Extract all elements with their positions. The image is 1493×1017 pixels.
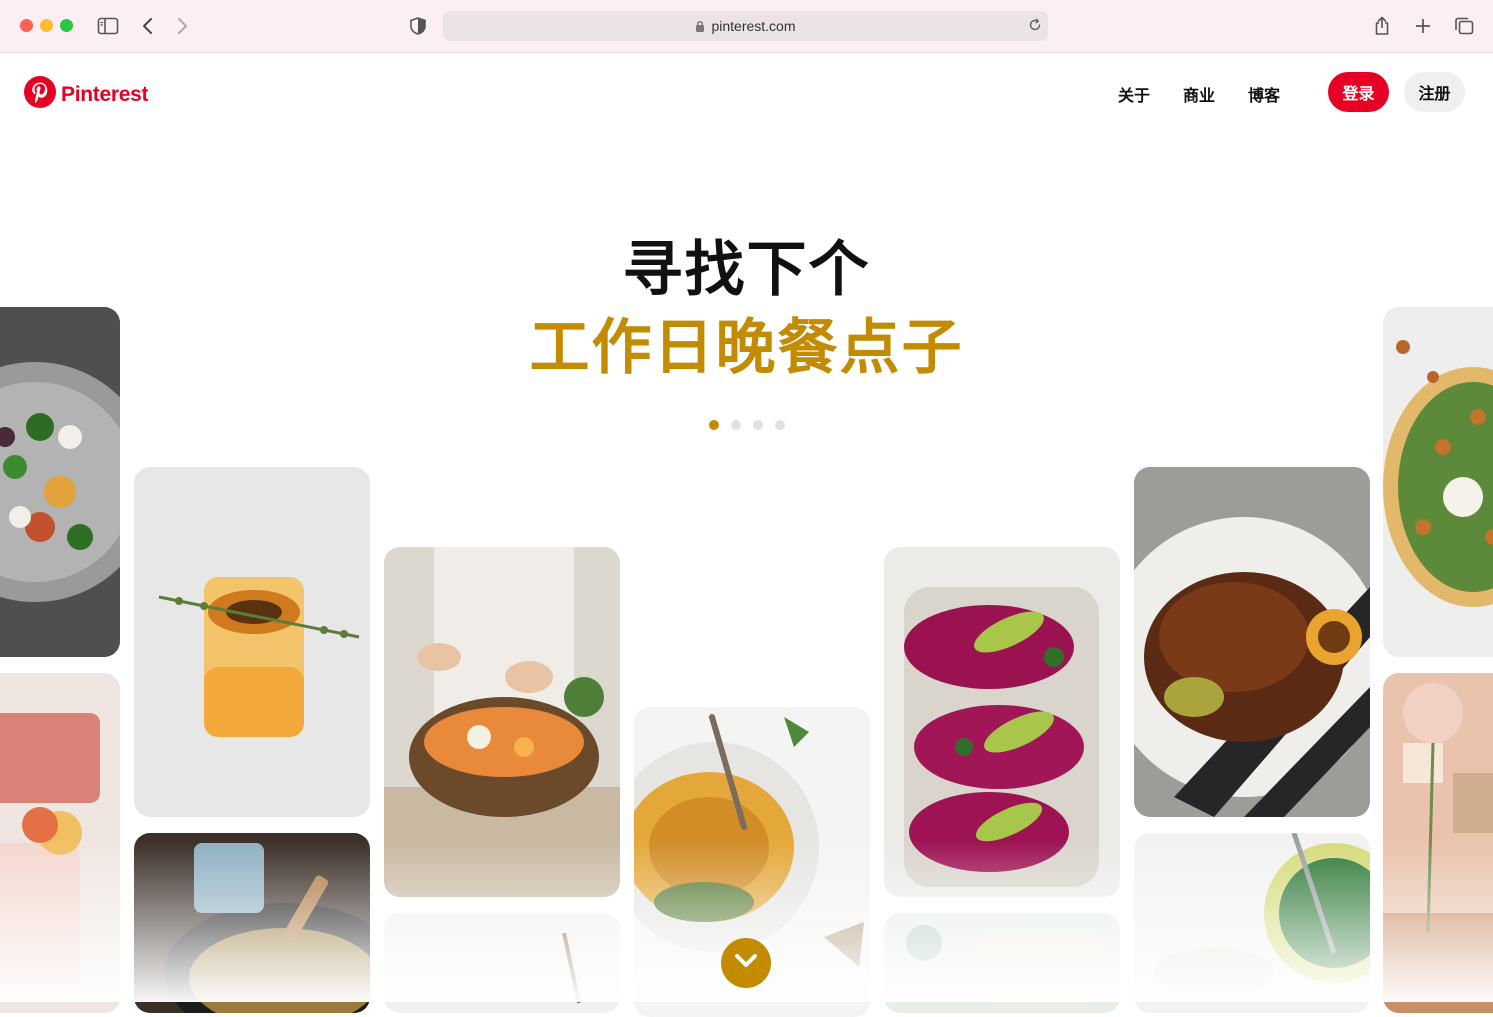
logo-text: Pinterest — [61, 82, 149, 106]
photo-drink-in-glass[interactable] — [134, 467, 370, 817]
share-icon[interactable] — [1370, 14, 1394, 38]
carousel-dot[interactable] — [730, 420, 741, 430]
nav-link-blog[interactable]: 博客 — [1248, 82, 1280, 106]
close-window-button[interactable] — [20, 19, 33, 32]
photo-avocado-beet-toasts[interactable] — [884, 547, 1120, 897]
sidebar-icon[interactable] — [96, 14, 120, 38]
address-bar[interactable]: pinterest.com — [443, 11, 1048, 41]
photo-hands-garnishing-bowl[interactable] — [384, 547, 620, 897]
carousel-dot[interactable] — [752, 420, 763, 430]
reload-icon[interactable] — [1028, 18, 1042, 35]
photo-chickpea-flatbread[interactable] — [1383, 307, 1493, 657]
carousel-dot[interactable] — [708, 420, 719, 430]
browser-toolbar: pinterest.com — [0, 0, 1493, 53]
photo-roast-chicken[interactable] — [1134, 467, 1370, 817]
zoom-window-button[interactable] — [60, 19, 73, 32]
nav-link-business[interactable]: 商业 — [1183, 82, 1215, 106]
tabs-overview-icon[interactable] — [1452, 14, 1476, 38]
photo-beet-salad[interactable] — [0, 307, 120, 657]
carousel-dots — [0, 420, 1493, 430]
login-button[interactable]: 登录 — [1328, 72, 1389, 112]
photo-white-plate[interactable] — [384, 913, 620, 1013]
photo-pink-cafe-interior[interactable] — [1383, 673, 1493, 1013]
nav-link-about[interactable]: 关于 — [1118, 82, 1150, 106]
back-icon[interactable] — [136, 14, 160, 38]
photo-pink-drink[interactable] — [0, 673, 120, 1013]
carousel-dot[interactable] — [774, 420, 785, 430]
pinterest-logo[interactable]: Pinterest — [24, 76, 148, 113]
minimize-window-button[interactable] — [40, 19, 53, 32]
forward-icon[interactable] — [170, 14, 194, 38]
scroll-down-button[interactable] — [721, 938, 771, 988]
pinterest-logo-icon — [24, 76, 56, 113]
photo-herb-wrap[interactable] — [884, 913, 1120, 1013]
new-tab-icon[interactable] — [1411, 14, 1435, 38]
url-text: pinterest.com — [711, 18, 796, 34]
chevron-down-icon — [735, 953, 757, 973]
photo-skillet-dish[interactable] — [134, 833, 370, 1013]
shield-icon[interactable] — [406, 14, 430, 38]
lock-icon — [695, 20, 705, 32]
signup-button[interactable]: 注册 — [1404, 72, 1465, 112]
hero-subheading: 工作日晚餐点子 — [529, 314, 964, 381]
hero-heading: 寻找下个 — [622, 236, 871, 303]
photo-green-peas-bowl[interactable] — [1134, 833, 1370, 1013]
